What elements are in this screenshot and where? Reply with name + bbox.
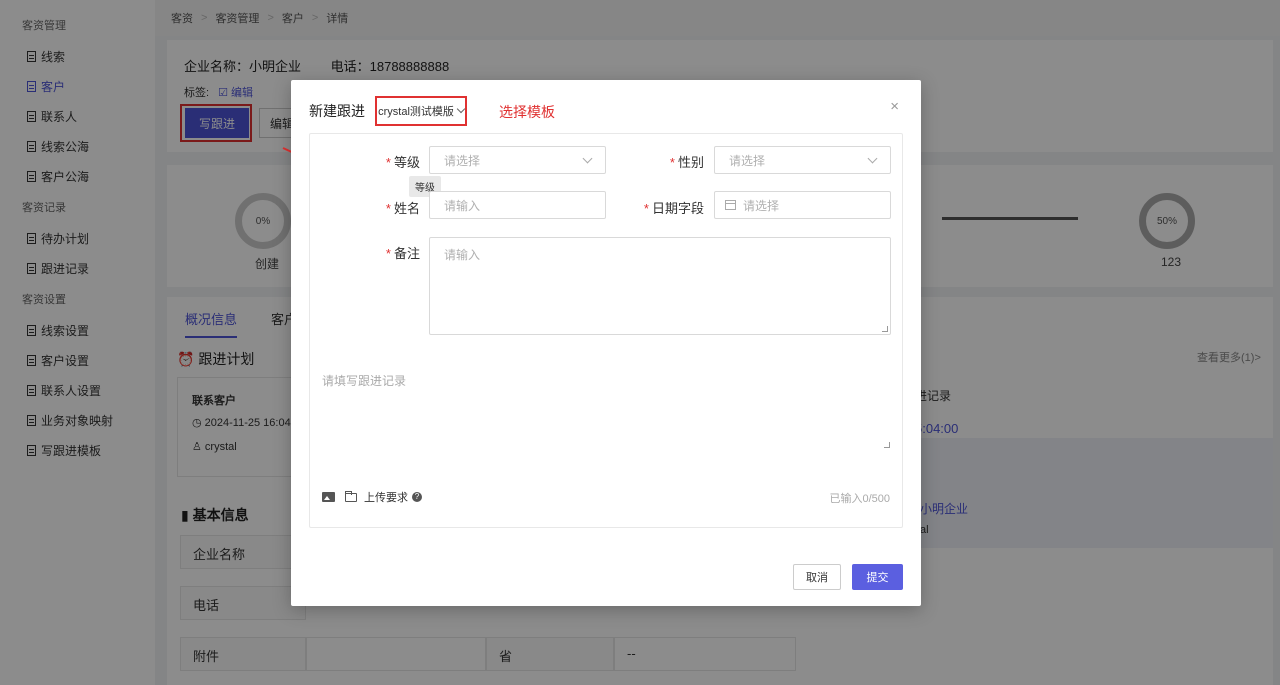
modal-title: 新建跟进 bbox=[309, 103, 365, 119]
chevron-down-icon bbox=[867, 153, 878, 164]
resize-handle[interactable] bbox=[884, 442, 890, 448]
folder-icon[interactable] bbox=[345, 490, 357, 502]
annotation-text: 选择模板 bbox=[499, 104, 555, 120]
template-select-value: crystal测试模版 bbox=[378, 106, 454, 118]
cancel-button[interactable]: 取消 bbox=[793, 564, 841, 590]
help-icon[interactable]: ? bbox=[412, 492, 422, 502]
resize-handle[interactable] bbox=[882, 326, 888, 332]
note-label: * 备注 bbox=[370, 243, 420, 262]
chevron-down-icon bbox=[582, 153, 593, 164]
char-count: 已输入0/500 bbox=[829, 493, 890, 505]
close-icon[interactable]: × bbox=[890, 98, 899, 115]
name-label: * 姓名 bbox=[370, 198, 420, 217]
required-mark: * bbox=[669, 155, 675, 170]
gender-label: * 性别 bbox=[650, 152, 704, 171]
date-label-text: 日期字段 bbox=[651, 201, 704, 216]
follow-record-textarea[interactable]: 请填写跟进记录 bbox=[322, 372, 892, 450]
name-input[interactable]: 请输入 bbox=[429, 191, 606, 219]
level-placeholder: 请选择 bbox=[444, 153, 481, 168]
calendar-icon bbox=[725, 200, 736, 210]
level-select[interactable]: 请选择 bbox=[429, 146, 606, 174]
image-icon[interactable] bbox=[322, 492, 335, 502]
date-label: * 日期字段 bbox=[630, 198, 704, 217]
required-mark: * bbox=[643, 201, 649, 216]
submit-button[interactable]: 提交 bbox=[852, 564, 903, 590]
gender-label-text: 性别 bbox=[677, 155, 704, 170]
gender-placeholder: 请选择 bbox=[729, 153, 766, 168]
note-label-text: 备注 bbox=[393, 246, 420, 261]
date-picker[interactable]: 请选择 bbox=[714, 191, 891, 219]
required-mark: * bbox=[385, 246, 391, 261]
date-placeholder: 请选择 bbox=[743, 198, 780, 213]
new-follow-modal: 新建跟进 crystal测试模版 选择模板 × * 等级 请选择 * 性别 请选择 … bbox=[291, 80, 921, 606]
gender-select[interactable]: 请选择 bbox=[714, 146, 891, 174]
template-select[interactable]: crystal测试模版 bbox=[375, 96, 467, 126]
note-textarea[interactable]: 请输入 bbox=[429, 237, 891, 335]
name-label-text: 姓名 bbox=[393, 201, 420, 216]
note-placeholder: 请输入 bbox=[444, 248, 481, 262]
upload-requirement-label: 上传要求 bbox=[364, 492, 408, 504]
level-label-text: 等级 bbox=[393, 155, 420, 170]
attachment-toolbar: 上传要求 ? bbox=[322, 489, 422, 505]
required-mark: * bbox=[385, 201, 391, 216]
record-placeholder: 请填写跟进记录 bbox=[322, 374, 407, 388]
follow-form: * 等级 请选择 * 性别 请选择 等级 * 姓名 请输入 * 日期字段 请选择 * 备注… bbox=[309, 133, 903, 528]
required-mark: * bbox=[385, 155, 391, 170]
name-placeholder: 请输入 bbox=[444, 198, 481, 213]
level-label: * 等级 bbox=[370, 152, 420, 171]
chevron-down-icon bbox=[456, 104, 466, 114]
